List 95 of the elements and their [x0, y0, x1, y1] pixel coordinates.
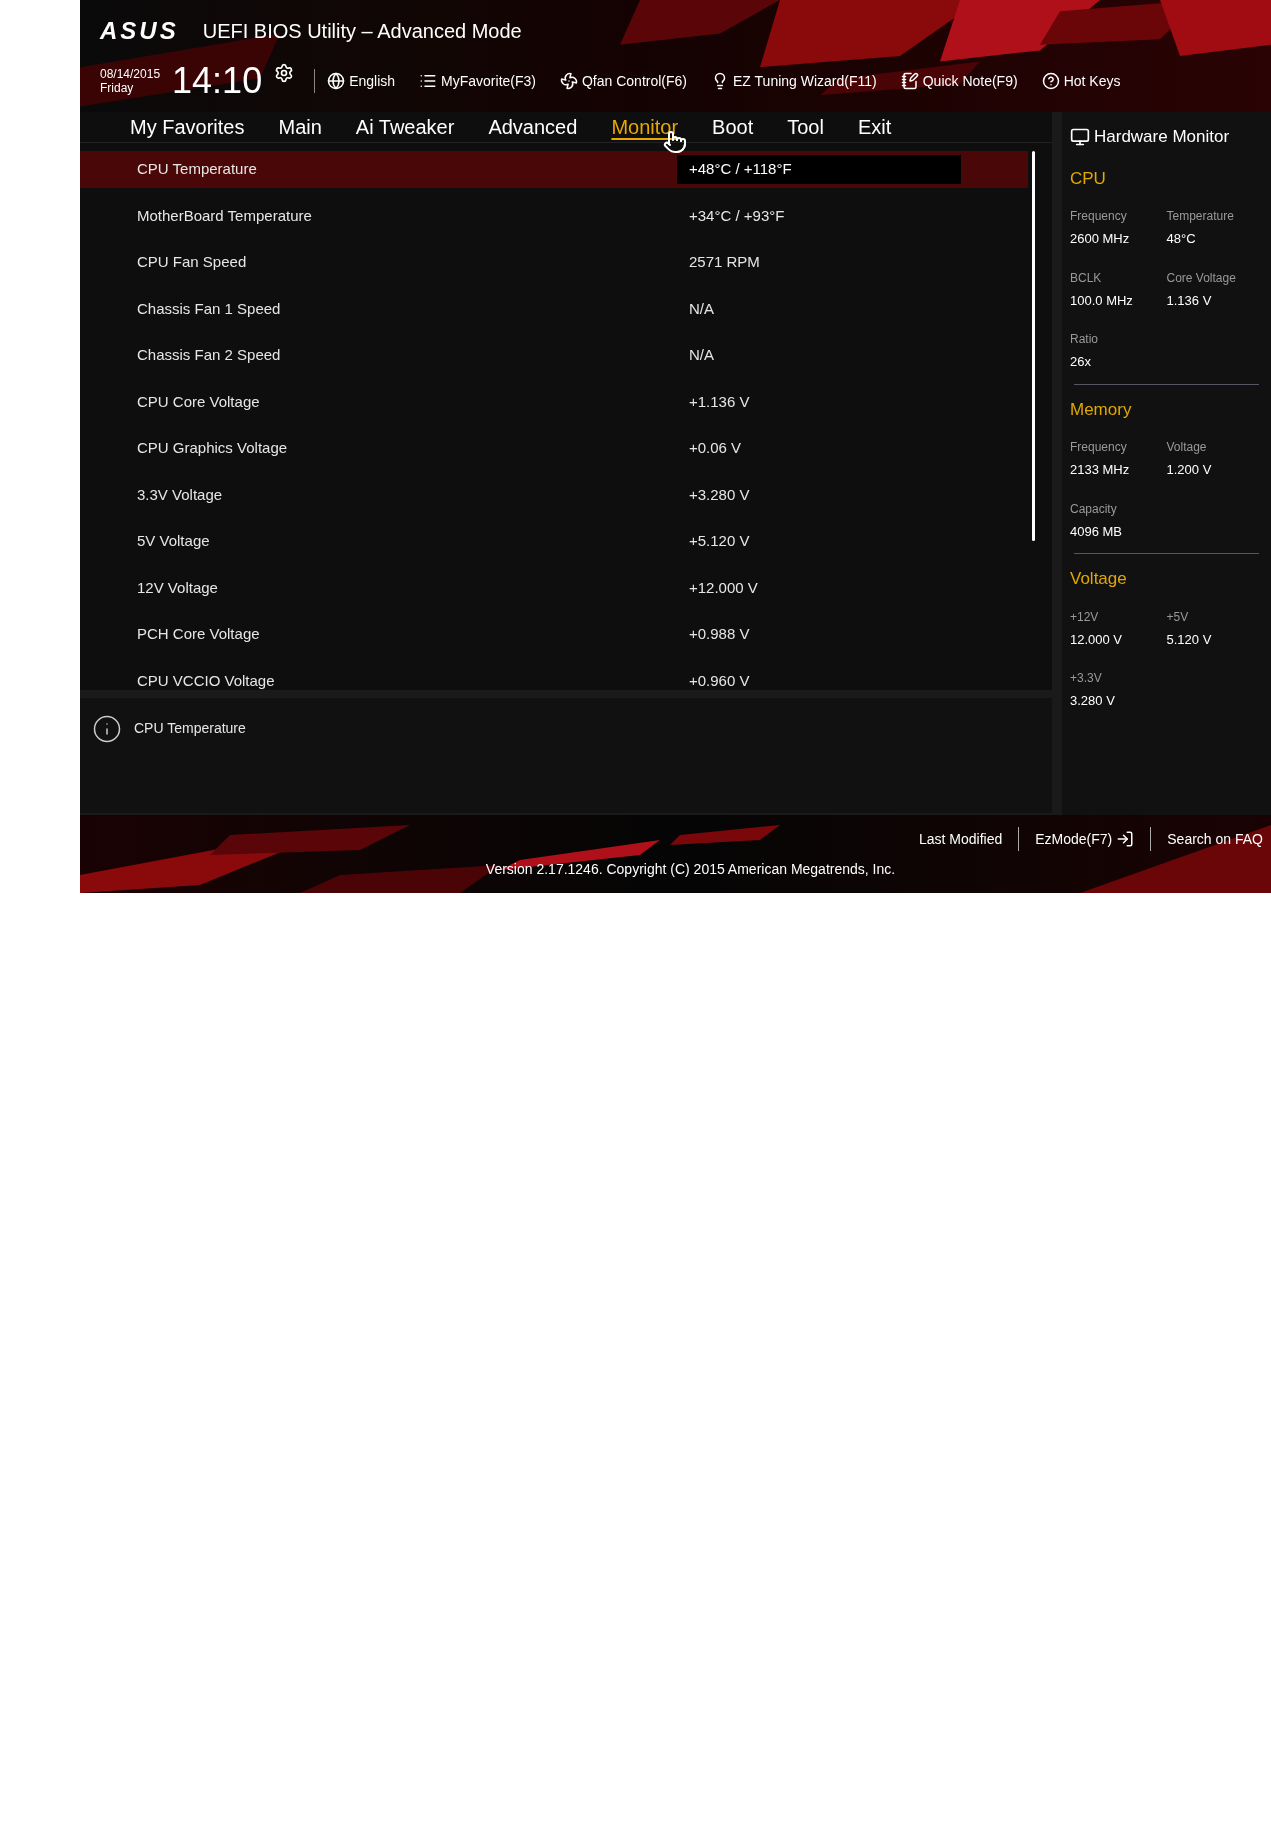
section-heading: Voltage: [1070, 568, 1128, 590]
toolbar-button[interactable]: English: [327, 70, 396, 92]
settings-icon[interactable]: [274, 63, 295, 83]
setting-value: N/A: [688, 345, 715, 366]
setting-value: +3.280 V: [688, 484, 751, 505]
setting-value: +0.960 V: [688, 670, 751, 690]
exit-arrow-icon: [1116, 830, 1135, 848]
stat-value: 1.136 V: [1166, 291, 1213, 310]
setting-value: +12.000 V: [688, 577, 759, 598]
stat-value: 2600 MHz: [1070, 230, 1131, 248]
stat-label: +3.3V: [1070, 670, 1103, 687]
toolbar-button[interactable]: Hot Keys: [1041, 70, 1121, 92]
setting-row[interactable]: Chassis Fan 1 Speed N/A: [80, 290, 1028, 328]
stat-value: 48°C: [1166, 230, 1197, 248]
setting-value: +34°C / +93°F: [688, 205, 786, 226]
list-icon: [419, 72, 438, 90]
setting-value: +1.136 V: [688, 391, 751, 412]
stat-value: 26x: [1070, 353, 1092, 371]
setting-label: PCH Core Voltage: [137, 624, 261, 645]
setting-row[interactable]: PCH Core Voltage +0.988 V: [80, 616, 1028, 653]
footer-link[interactable]: Last Modified: [918, 828, 1003, 850]
nav-tab[interactable]: Boot: [712, 112, 754, 142]
stat-label: Voltage: [1166, 439, 1208, 456]
panel-title: Hardware Monitor: [1094, 126, 1230, 148]
setting-label: CPU Core Voltage: [137, 391, 261, 412]
stat-label: +5V: [1166, 608, 1190, 626]
setting-label: 12V Voltage: [137, 577, 219, 598]
setting-label: CPU VCCIO Voltage: [137, 670, 276, 690]
footer-link[interactable]: Search on FAQ: [1167, 828, 1263, 850]
setting-label: CPU Temperature: [137, 159, 258, 180]
setting-value: +5.120 V: [688, 531, 751, 552]
nav-tab[interactable]: Main: [278, 112, 322, 142]
section-heading: Memory: [1070, 398, 1133, 421]
setting-value: 2571 RPM: [688, 252, 761, 273]
nav-tab[interactable]: Exit: [857, 112, 892, 142]
clock-time: 14:10: [172, 62, 263, 100]
stat-label: Core Voltage: [1166, 269, 1237, 287]
setting-label: Chassis Fan 2 Speed: [137, 345, 282, 366]
help-text: CPU Temperature: [134, 719, 246, 738]
setting-label: 5V Voltage: [137, 531, 211, 552]
setting-row[interactable]: CPU Graphics Voltage +0.06 V: [80, 430, 1028, 467]
stat-label: Temperature: [1166, 208, 1235, 225]
setting-row[interactable]: CPU Core Voltage +1.136 V: [80, 383, 1028, 421]
stat-label: Ratio: [1070, 331, 1099, 348]
date-text: 08/14/2015: [100, 67, 161, 81]
footer-link[interactable]: EzMode(F7): [1035, 828, 1135, 850]
setting-label: MotherBoard Temperature: [137, 205, 313, 226]
globe-icon: [327, 72, 346, 90]
setting-row[interactable]: MotherBoard Temperature +34°C / +93°F: [80, 197, 1028, 235]
monitor-icon: [1070, 126, 1090, 147]
setting-row[interactable]: 5V Voltage +5.120 V: [80, 523, 1028, 560]
stat-value: 2133 MHz: [1070, 461, 1131, 479]
toolbar-button[interactable]: Qfan Control(F6): [560, 70, 688, 92]
help-icon: [1041, 72, 1060, 90]
nav-tab[interactable]: Ai Tweaker: [355, 112, 455, 142]
setting-value: +48°C / +118°F: [677, 155, 961, 184]
stat-label: BCLK: [1070, 269, 1103, 287]
toolbar-button[interactable]: MyFavorite(F3): [419, 70, 536, 92]
nav-tab[interactable]: Tool: [787, 112, 824, 142]
toolbar-button[interactable]: Quick Note(F9): [900, 70, 1018, 92]
setting-row[interactable]: 3.3V Voltage +3.280 V: [80, 476, 1028, 514]
setting-value: +0.06 V: [688, 438, 743, 459]
stat-label: Frequency: [1070, 208, 1128, 225]
setting-value: N/A: [688, 298, 715, 319]
toolbar-button[interactable]: EZ Tuning Wizard(F11): [711, 70, 877, 92]
stat-label: Frequency: [1070, 439, 1128, 456]
nav-tab[interactable]: My Favorites: [130, 112, 245, 142]
setting-label: Chassis Fan 1 Speed: [137, 298, 282, 319]
logo: ASUS: [100, 16, 179, 46]
setting-row[interactable]: CPU Fan Speed 2571 RPM: [80, 244, 1028, 281]
section-heading: CPU: [1070, 167, 1107, 190]
setting-label: 3.3V Voltage: [137, 484, 224, 505]
version-text: Version 2.17.1246. Copyright (C) 2015 American Megatrends, Inc.: [485, 860, 896, 879]
setting-row[interactable]: CPU VCCIO Voltage +0.960 V: [80, 662, 1028, 690]
stat-value: 5.120 V: [1166, 630, 1213, 649]
stat-label: Capacity: [1070, 500, 1118, 518]
note-icon: [900, 72, 919, 90]
day-text: Friday: [100, 81, 135, 95]
setting-row[interactable]: Chassis Fan 2 Speed N/A: [80, 337, 1028, 374]
window-title: UEFI BIOS Utility – Advanced Mode: [202, 19, 522, 44]
stat-value: 100.0 MHz: [1070, 291, 1134, 310]
scrollbar[interactable]: [1032, 151, 1035, 541]
setting-label: CPU Fan Speed: [137, 252, 248, 273]
stat-value: 1.200 V: [1166, 461, 1213, 479]
nav-tab[interactable]: Advanced: [488, 112, 578, 142]
stat-label: +12V: [1070, 608, 1100, 626]
setting-row[interactable]: 12V Voltage +12.000 V: [80, 569, 1028, 607]
stat-value: 3.280 V: [1070, 692, 1116, 710]
setting-row[interactable]: CPU Temperature +48°C / +118°F: [80, 151, 1028, 188]
setting-label: CPU Graphics Voltage: [137, 438, 289, 459]
fan-icon: [560, 72, 578, 90]
stat-value: 12.000 V: [1070, 630, 1124, 649]
info-icon: [92, 714, 122, 744]
setting-value: +0.988 V: [688, 624, 751, 645]
stat-value: 4096 MB: [1070, 522, 1124, 541]
